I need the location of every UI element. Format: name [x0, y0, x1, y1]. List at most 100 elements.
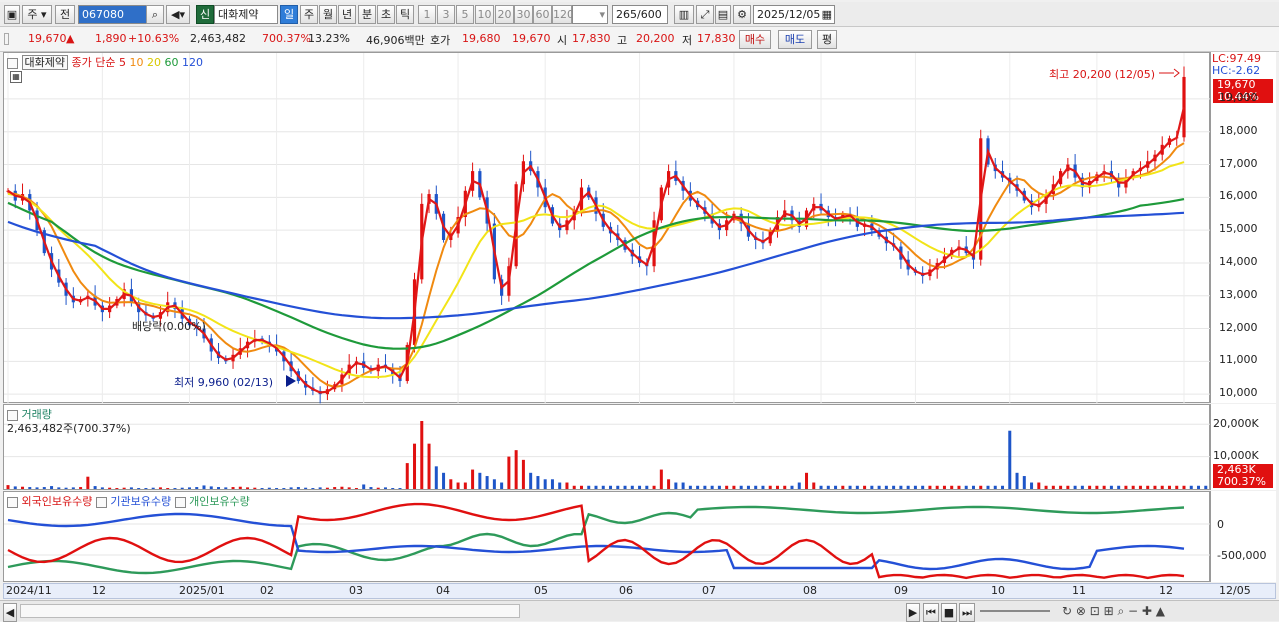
calendar-icon[interactable]: ▦ — [822, 6, 832, 23]
speed-slider[interactable] — [980, 610, 1050, 612]
gear-icon[interactable]: ⚙ — [733, 5, 751, 24]
volume-bar — [340, 486, 344, 489]
volume-handle-icon — [7, 409, 18, 421]
count-120[interactable]: 120 — [552, 5, 574, 24]
period-week[interactable]: 주 — [300, 5, 318, 24]
volume-bar — [746, 485, 750, 489]
volume-bar — [732, 485, 736, 489]
count-60[interactable]: 60 — [533, 5, 552, 24]
date-value: 2025/12/05 — [757, 8, 821, 21]
period-month[interactable]: 월 — [319, 5, 337, 24]
volume-bar — [1146, 485, 1150, 489]
volume-bar — [913, 485, 917, 489]
volume-bar — [790, 485, 794, 489]
new-badge: 신 — [196, 5, 214, 24]
market-select[interactable]: 주 ▾ — [22, 5, 52, 24]
save-icon[interactable]: ▤ — [715, 5, 731, 24]
period-day[interactable]: 일 — [280, 5, 298, 24]
interval-select[interactable]: ▾ — [572, 5, 608, 24]
stop-icon[interactable]: ■ — [941, 603, 957, 622]
compare-icon[interactable]: ▥ — [674, 5, 694, 24]
bottom-scrollbar: ◀ ▶ ⏮ ■ ⏭ ↻ ⊗ ⊡ ⊞ ⌕ − ✚ ▲ — [0, 600, 1279, 622]
avg-button[interactable]: 평 — [817, 30, 837, 49]
volume-bar — [674, 482, 678, 489]
table-icon[interactable]: ▦ — [10, 71, 22, 83]
prev-button[interactable]: 전 — [55, 5, 75, 24]
volume-bar — [50, 486, 54, 489]
period-minute[interactable]: 분 — [358, 5, 376, 24]
volume-bar — [304, 487, 308, 489]
count-20[interactable]: 20 — [495, 5, 514, 24]
legend-individual: 개인보유수량 — [189, 495, 250, 508]
count-5[interactable]: 5 — [456, 5, 474, 24]
low-label: 저 — [682, 34, 693, 47]
count-1[interactable]: 1 — [418, 5, 436, 24]
volume-bar — [463, 482, 467, 489]
volume-bar — [246, 487, 250, 489]
date-tick: 09 — [894, 584, 908, 597]
volume-bar — [855, 485, 859, 489]
stock-code-input[interactable]: 067080 — [78, 5, 148, 24]
search-icon[interactable]: ⌕ — [146, 5, 164, 24]
volume-bar — [754, 485, 758, 489]
legend-institution: 기관보유수량 — [110, 495, 172, 508]
volume-bar — [848, 485, 852, 489]
count-10[interactable]: 10 — [475, 5, 494, 24]
volume-bar — [601, 485, 605, 489]
period-second[interactable]: 초 — [377, 5, 395, 24]
volume-bar — [362, 484, 366, 489]
period-year[interactable]: 년 — [338, 5, 356, 24]
volume-bar — [180, 487, 184, 489]
volume-bar — [609, 485, 613, 489]
hc-label: HC:-2.62 — [1212, 64, 1261, 77]
scroll-track[interactable] — [20, 604, 520, 618]
draw-icon[interactable]: ⤢ — [696, 5, 714, 24]
volume-bar — [115, 488, 119, 489]
period-tick[interactable]: 틱 — [396, 5, 414, 24]
vol-axis-20000: 20,000K — [1213, 417, 1259, 430]
volume-bar — [492, 479, 496, 489]
volume-bar — [1080, 485, 1084, 489]
volume-bar — [906, 485, 910, 489]
window-icon[interactable]: ▣ — [4, 5, 20, 24]
volume-bar — [892, 485, 896, 489]
zoom-tools[interactable]: ↻ ⊗ ⊡ ⊞ ⌕ − ✚ ▲ — [1062, 604, 1165, 619]
legend-ma20: 20 — [146, 56, 161, 69]
holdings-panel[interactable]: 외국인보유수량 기관보유수량 개인보유수량 — [3, 491, 1211, 582]
volume-bar — [1073, 485, 1077, 489]
sound-icon[interactable]: ◀▾ — [166, 5, 190, 24]
volume-bar — [630, 485, 634, 489]
price-panel[interactable]: 대화제약 종가 단순 5 10 20 60 120 ▦ 최고 20,200 (1… — [3, 52, 1211, 404]
volume-bar — [507, 456, 511, 489]
count-3[interactable]: 3 — [437, 5, 455, 24]
volume-bar — [253, 487, 257, 489]
forward-icon[interactable]: ⏭ — [959, 603, 975, 622]
bar-count-field[interactable]: 265/600 — [612, 5, 668, 24]
scroll-left-icon[interactable]: ◀ — [3, 603, 17, 622]
volume-panel[interactable]: 거래량 2,463,482주(700.37%) — [3, 404, 1222, 490]
volume-bar — [485, 476, 489, 489]
volume-value: 2,463,482주(700.37%) — [7, 422, 131, 435]
volume-bar — [899, 485, 903, 489]
volume: 2,463,482 — [190, 32, 246, 45]
volume-bar — [28, 487, 32, 489]
legend-ma5: 5 — [118, 56, 126, 69]
volume-bar — [108, 487, 112, 489]
volume-bar — [158, 487, 162, 489]
volume-bar — [202, 485, 206, 489]
play-icon[interactable]: ▶ — [906, 603, 920, 622]
buy-button[interactable]: 매수 — [739, 30, 771, 49]
date-tick: 2024/11 — [6, 584, 52, 597]
volume-bar — [1197, 485, 1201, 489]
date-tick: 04 — [436, 584, 450, 597]
volume-bar — [369, 487, 373, 489]
volume-bar — [13, 486, 17, 489]
sell-button[interactable]: 매도 — [778, 30, 812, 49]
date-field[interactable]: 2025/12/05 ▦ — [753, 5, 835, 24]
volume-bar — [594, 485, 598, 489]
hold-axis-500k: -500,000 — [1217, 549, 1267, 562]
volume-bar — [935, 485, 939, 489]
count-30[interactable]: 30 — [514, 5, 533, 24]
rewind-icon[interactable]: ⏮ — [923, 603, 939, 622]
individual-line — [7, 505, 1185, 575]
